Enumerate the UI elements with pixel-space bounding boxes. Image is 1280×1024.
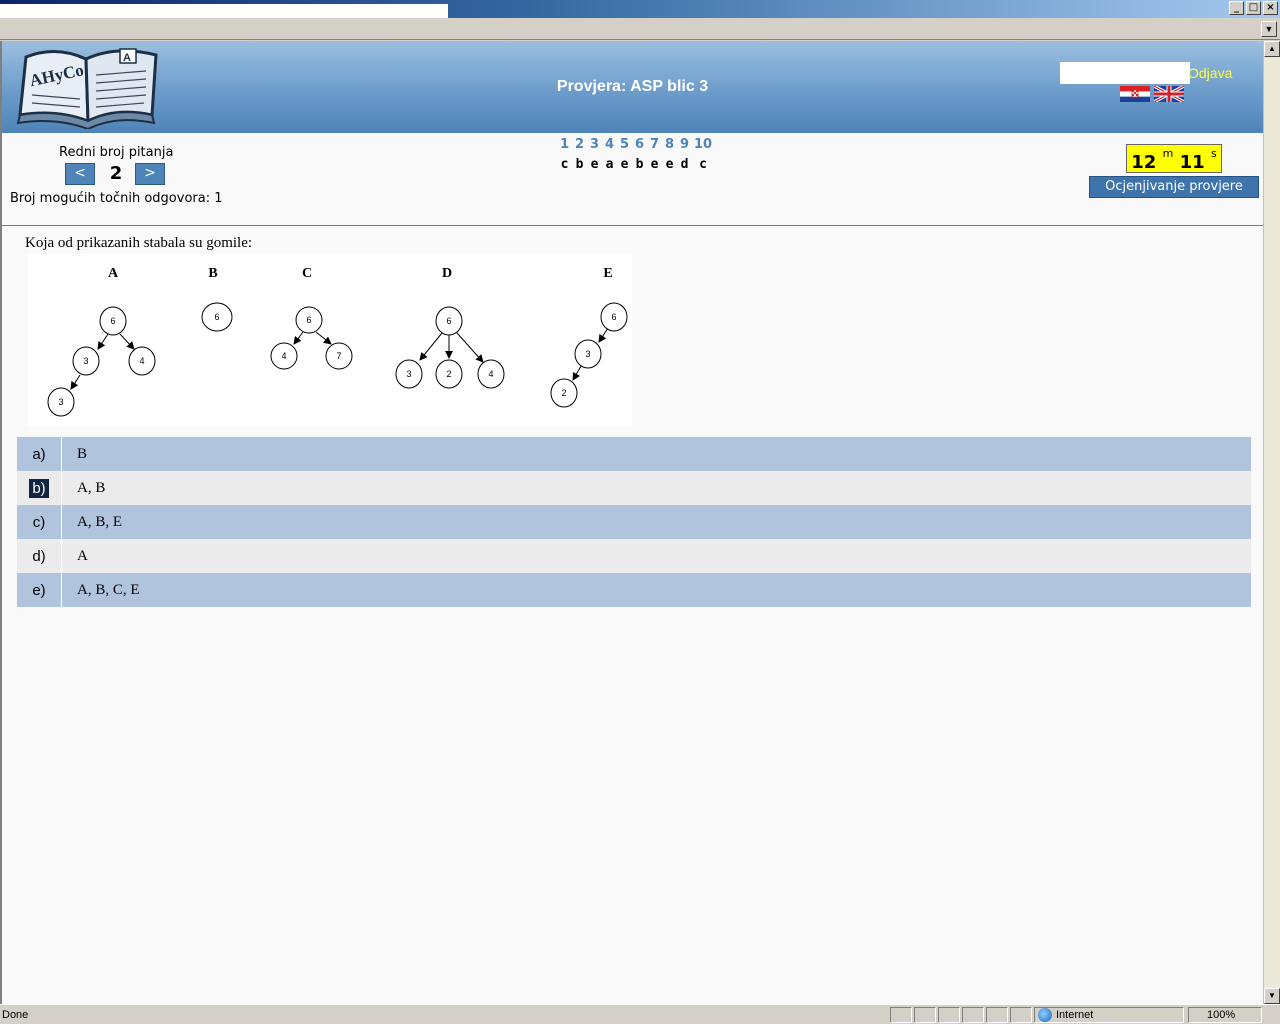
given-answer: a [605,157,614,172]
status-segment [914,1007,936,1023]
timer-seconds-unit: s [1210,147,1217,160]
question-link[interactable]: 5 [617,137,632,152]
tree-label: A [108,266,119,281]
status-text: Done [2,1009,29,1021]
vertical-scrollbar[interactable]: ▲ ▼ [1263,41,1280,1004]
page-viewport: AHyCo A Provjera: ASP blic 3 Odjava Redn… [0,41,1263,1004]
username-redacted [1060,62,1190,84]
svg-text:3: 3 [83,356,88,366]
status-bar: Done Internet 100% [0,1004,1280,1024]
grade-test-button[interactable]: Ocjenjivanje provjere [1089,176,1259,198]
tree-label: C [302,266,312,281]
answer-option-e[interactable]: e) A, B, C, E [17,573,1251,607]
status-segment [962,1007,984,1023]
question-number-label: Redni broj pitanja [59,145,174,160]
svg-text:6: 6 [110,316,115,326]
given-answer: c [560,157,569,172]
svg-text:2: 2 [446,369,451,379]
browser-toolbar: ▼ [0,18,1280,40]
given-answer: e [665,157,674,172]
given-answers: c b e a e b e e d c [557,157,714,172]
countdown-timer: 12 m 11 s [1126,144,1222,173]
question-link[interactable]: 4 [602,137,617,152]
svg-text:6: 6 [306,315,311,325]
given-answer: b [575,157,584,172]
answer-text: A [77,547,88,564]
logout-link[interactable]: Odjava [1188,65,1232,81]
svg-text:4: 4 [488,369,493,379]
given-answer: b [635,157,644,172]
previous-question-button[interactable]: < [65,163,95,185]
question-link[interactable]: 6 [632,137,647,152]
croatian-flag-icon[interactable] [1120,86,1150,102]
given-answer: e [620,157,629,172]
answer-key: c) [32,513,46,531]
svg-text:6: 6 [214,312,219,322]
question-link[interactable]: 9 [677,137,692,152]
answer-option-b[interactable]: b) A, B [17,471,1251,505]
question-link[interactable]: 7 [647,137,662,152]
answer-key: d) [32,547,46,565]
given-answer: e [650,157,659,172]
svg-text:6: 6 [611,312,616,322]
given-answer: e [590,157,599,172]
question-link[interactable]: 1 [557,137,572,152]
page-header: AHyCo A Provjera: ASP blic 3 Odjava [2,41,1263,133]
globe-icon [1038,1008,1052,1022]
answer-options: a) B b) A, B c) A, B, E d) A e) A, B, C,… [17,437,1251,607]
tree-label: B [208,266,217,281]
answer-option-c[interactable]: c) A, B, E [17,505,1251,539]
scroll-up-icon[interactable]: ▲ [1264,41,1280,57]
window-titlebar: _ □ × [0,0,1280,40]
maximize-button[interactable]: □ [1246,1,1261,15]
answer-option-d[interactable]: d) A [17,539,1251,573]
question-navigation: Redni broj pitanja < 2 > Broj mogućih to… [2,133,1263,226]
next-question-button[interactable]: > [135,163,165,185]
svg-text:4: 4 [139,356,144,366]
timer-seconds: 11 [1179,152,1205,173]
given-answer: d [680,157,689,172]
status-segment [986,1007,1008,1023]
close-button[interactable]: × [1263,1,1278,15]
timer-minutes: 12 [1131,152,1157,173]
answer-key: e) [32,581,46,599]
answer-text: A, B, C, E [77,581,140,598]
answer-text: A, B [77,479,106,496]
toolbar-dropdown-icon[interactable]: ▼ [1261,21,1277,37]
question-links: 1 2 3 4 5 6 7 8 9 10 [557,137,714,152]
trees-figure: A B C D E 63 43 6 64 7 63 2 4 632 [28,254,632,426]
current-question-number: 2 [109,163,123,184]
svg-text:6: 6 [446,316,451,326]
question-link[interactable]: 10 [692,137,714,152]
question-link[interactable]: 8 [662,137,677,152]
zoom-level[interactable]: 100% [1207,1009,1235,1021]
security-zone: Internet [1056,1009,1094,1021]
question-link[interactable]: 3 [587,137,602,152]
answer-option-a[interactable]: a) B [17,437,1251,471]
possible-correct-answers: Broj mogućih točnih odgovora: 1 [10,191,223,206]
svg-text:2: 2 [561,388,566,398]
svg-text:A: A [123,52,131,64]
svg-text:3: 3 [585,349,590,359]
status-segment [938,1007,960,1023]
status-segment [890,1007,912,1023]
answer-text: B [77,445,88,462]
answer-key-selected: b) [29,478,49,498]
minimize-button[interactable]: _ [1229,1,1244,15]
answer-text: A, B, E [77,513,122,530]
svg-text:3: 3 [58,397,63,407]
timer-minutes-unit: m [1162,147,1174,160]
given-answer: c [699,157,707,172]
tree-label: D [442,266,452,281]
svg-text:4: 4 [281,351,286,361]
question-link[interactable]: 2 [572,137,587,152]
tree-label: E [603,266,612,281]
uk-flag-icon[interactable] [1154,86,1184,102]
security-icon[interactable] [1010,1007,1032,1023]
svg-text:7: 7 [336,351,341,361]
answer-key: a) [32,445,46,463]
question-text: Koja od prikazanih stabala su gomile: [25,235,253,251]
svg-text:3: 3 [406,369,411,379]
scroll-down-icon[interactable]: ▼ [1264,988,1280,1004]
